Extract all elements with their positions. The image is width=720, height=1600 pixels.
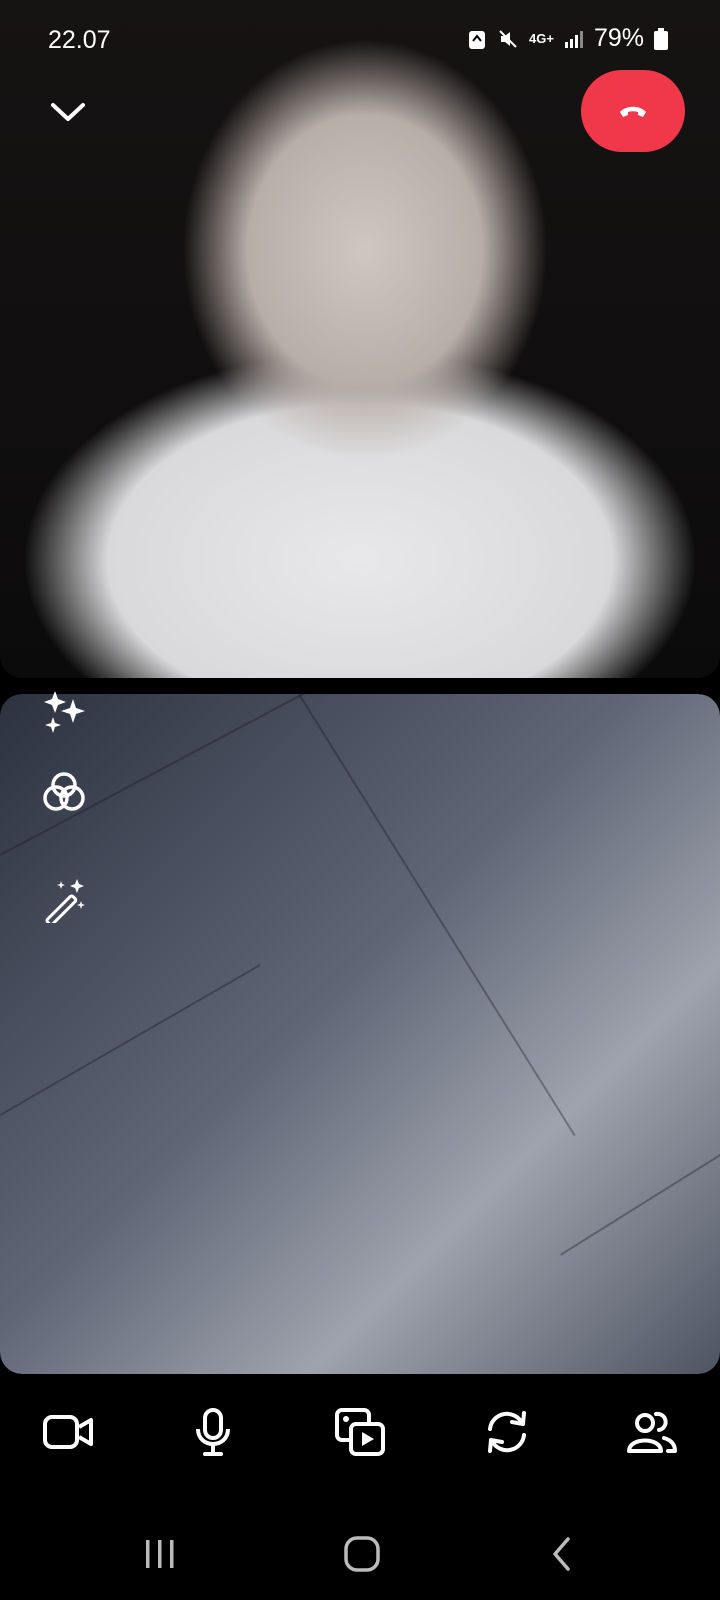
magic-wand-button[interactable] bbox=[40, 876, 88, 924]
share-media-button[interactable] bbox=[330, 1402, 390, 1462]
floor-line bbox=[298, 694, 576, 1137]
status-icons: 4G+ 79% bbox=[467, 24, 668, 53]
filters-button[interactable] bbox=[40, 768, 88, 816]
end-call-button[interactable] bbox=[581, 70, 685, 152]
sparkles-icon bbox=[44, 691, 85, 733]
effects-button[interactable] bbox=[40, 688, 88, 736]
local-video-feed[interactable] bbox=[0, 694, 720, 1374]
participants-icon bbox=[627, 1411, 677, 1453]
collapse-button[interactable] bbox=[46, 94, 90, 130]
floor-line bbox=[0, 964, 261, 1116]
battery-icon bbox=[654, 27, 668, 50]
chevron-down-icon bbox=[51, 103, 85, 121]
microphone-button[interactable] bbox=[183, 1402, 243, 1462]
filters-icon bbox=[43, 772, 85, 811]
recycle-icon bbox=[467, 28, 487, 50]
switch-camera-button[interactable] bbox=[477, 1402, 537, 1462]
back-icon bbox=[553, 1537, 570, 1571]
video-camera-icon bbox=[43, 1415, 93, 1449]
back-button[interactable] bbox=[533, 1524, 593, 1584]
phone-hangup-icon bbox=[620, 106, 646, 117]
video-toggle-button[interactable] bbox=[38, 1402, 98, 1462]
network-type: 4G+ bbox=[529, 31, 554, 46]
battery-percent: 79% bbox=[593, 24, 644, 52]
recents-icon bbox=[146, 1540, 174, 1568]
home-button[interactable] bbox=[332, 1524, 392, 1584]
status-time: 22.07 bbox=[48, 26, 111, 54]
call-controls bbox=[0, 1376, 720, 1488]
mute-icon bbox=[497, 28, 519, 50]
system-nav-bar bbox=[0, 1510, 720, 1600]
status-bar: 22.07 4G+ 79% bbox=[0, 0, 720, 80]
microphone-icon bbox=[196, 1408, 230, 1456]
home-icon bbox=[344, 1536, 380, 1572]
switch-camera-icon bbox=[488, 1411, 526, 1453]
magic-wand-icon bbox=[45, 879, 85, 923]
share-media-icon bbox=[335, 1408, 385, 1456]
floor-line bbox=[560, 1148, 720, 1256]
recents-button[interactable] bbox=[130, 1524, 190, 1584]
signal-icon bbox=[564, 30, 584, 48]
participants-button[interactable] bbox=[622, 1402, 682, 1462]
